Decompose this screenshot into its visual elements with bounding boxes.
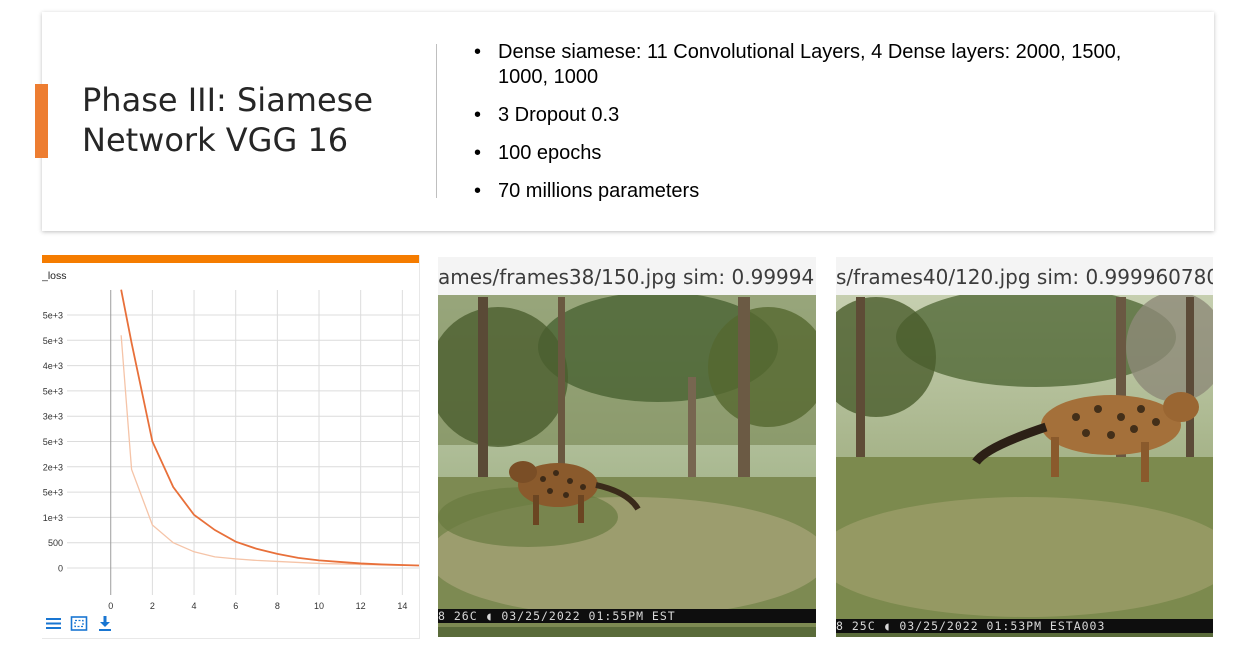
bullet-item: 3 Dropout 0.3	[472, 103, 1162, 128]
photo-2-timestamp: 8 25C ◖ 03/25/2022 01:53PM ESTA003	[836, 619, 1213, 633]
title-divider	[436, 44, 437, 198]
y-tick-label: 0	[58, 564, 63, 574]
download-icon[interactable]	[97, 615, 113, 632]
x-tick-label: 6	[233, 601, 238, 611]
x-tick-label: 10	[314, 601, 324, 611]
y-tick-label: 4e+3	[43, 361, 63, 371]
loss-chart: _loss 0 500 1e+3 5e+3 2e+3 5e+3 3e+3 5e+3 4e+3 5e…	[42, 270, 419, 611]
x-tick-label: 14	[397, 601, 407, 611]
y-tick-label: 5e+3	[43, 437, 63, 447]
x-tick-label: 4	[192, 601, 197, 611]
bullet-text: 70 millions parameters	[498, 180, 700, 202]
jungle-scene-1	[438, 292, 816, 627]
y-tick-label: 500	[48, 538, 63, 548]
bullet-text: 3 Dropout 0.3	[498, 104, 620, 126]
y-tick-label: 5e+3	[43, 311, 63, 321]
y-tick-label: 1e+3	[43, 513, 63, 523]
bullet-text: 100 epochs	[498, 142, 602, 164]
list-icon[interactable]	[45, 615, 62, 632]
slide-title-line-1: Phase III: Siamese	[82, 81, 374, 119]
x-tick-label: 8	[275, 601, 280, 611]
smoothed-loss-line	[120, 289, 419, 567]
y-tick-label: 5e+3	[43, 386, 63, 396]
raw-loss-line	[120, 335, 419, 567]
photo-2-caption: s/frames40/120.jpg sim: 0.999960780	[836, 257, 1213, 295]
bullet-item: Dense siamese: 11 Convolutional Layers, …	[472, 40, 1162, 90]
x-tick-label: 0	[108, 601, 113, 611]
bullet-item: 100 epochs	[472, 141, 1162, 166]
x-tick-label: 2	[150, 601, 155, 611]
x-tick-label: 12	[356, 601, 366, 611]
camera-trap-photo-1: ames/frames38/150.jpg sim: 0.999941 8 26…	[438, 257, 816, 637]
photo-1-timestamp: 8 26C ◖ 03/25/2022 01:55PM EST	[438, 609, 816, 623]
photo-1-caption: ames/frames38/150.jpg sim: 0.999941	[438, 257, 816, 295]
y-tick-label: 5e+3	[43, 488, 63, 498]
chart-title: _loss	[42, 270, 67, 282]
slide-title-line-2: Network VGG 16	[82, 121, 349, 159]
y-tick-label: 5e+3	[43, 336, 63, 346]
fit-domain-icon[interactable]	[70, 615, 88, 632]
y-tick-label: 3e+3	[43, 412, 63, 422]
accent-bar	[35, 84, 48, 158]
bullet-item: 70 millions parameters	[472, 179, 1162, 204]
bullet-text: Dense siamese: 11 Convolutional Layers, …	[498, 41, 1122, 88]
loss-chart-panel: _loss 0 500 1e+3 5e+3 2e+3 5e+3 3e+3 5e+3 4e+3 5e…	[42, 255, 420, 639]
bullet-list: Dense siamese: 11 Convolutional Layers, …	[472, 40, 1162, 217]
y-tick-label: 2e+3	[43, 462, 63, 472]
camera-trap-photo-2: s/frames40/120.jpg sim: 0.999960780 8 25…	[836, 257, 1213, 637]
jungle-scene-2	[836, 287, 1213, 627]
slide-title: Phase III: Siamese Network VGG 16	[82, 80, 373, 160]
